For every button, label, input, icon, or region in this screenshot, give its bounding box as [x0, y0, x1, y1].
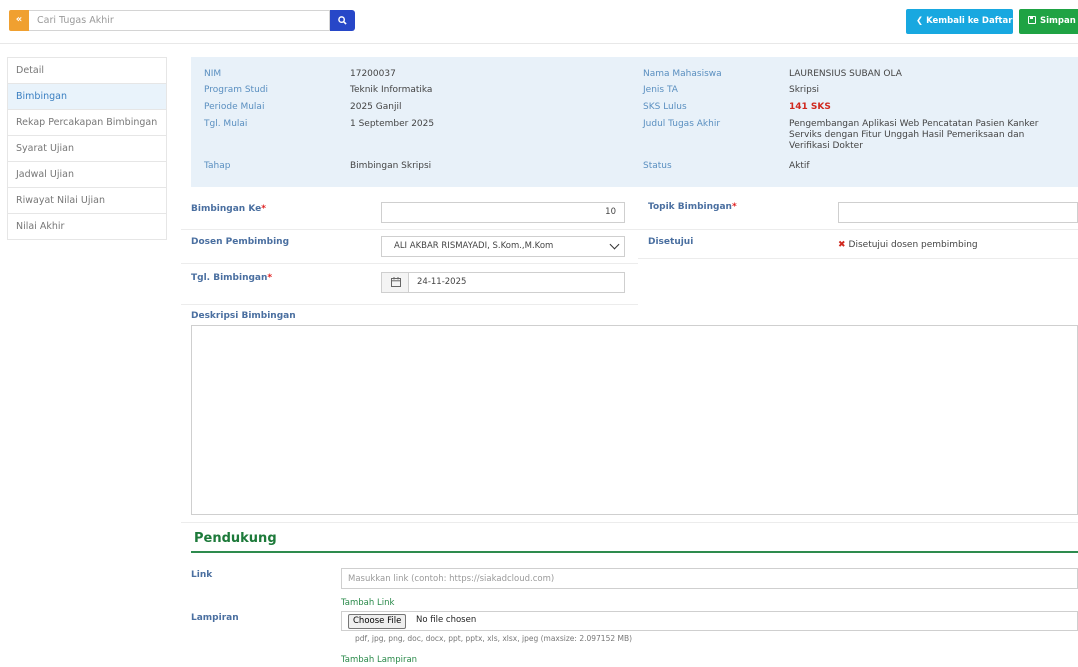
sidebar-item-nilai-akhir[interactable]: Nilai Akhir — [8, 214, 166, 240]
save-button[interactable]: Simpan — [1019, 9, 1078, 34]
nim-value: 17200037 — [350, 69, 396, 79]
file-type-hint: pdf, jpg, png, doc, docx, ppt, pptx, xls… — [355, 634, 633, 643]
nama-label: Nama Mahasiswa — [643, 69, 722, 79]
prodi-value: Teknik Informatika — [350, 85, 433, 95]
add-link-button[interactable]: Tambah Link — [341, 598, 394, 608]
sidebar-item-riwayat-nilai[interactable]: Riwayat Nilai Ujian — [8, 188, 166, 214]
tahap-value: Bimbingan Skripsi — [350, 161, 432, 171]
search-button[interactable] — [330, 10, 355, 31]
tgl-bimbingan-value: 24-11-2025 — [417, 277, 467, 287]
jenis-value: Skripsi — [789, 85, 820, 95]
sidebar: Detail Bimbingan Rekap Percakapan Bimbin… — [7, 57, 167, 240]
file-status: No file chosen — [416, 615, 477, 625]
search-input[interactable] — [29, 10, 330, 31]
tahap-label: Tahap — [204, 161, 231, 171]
status-label: Status — [643, 161, 672, 171]
top-bar: « ❮ Kembali ke Daftar Simpan — [0, 0, 1078, 44]
link-label: Link — [191, 570, 213, 580]
disetujui-label: Disetujui — [648, 237, 694, 247]
row-divider — [181, 229, 638, 230]
choose-file-button[interactable]: Choose File — [348, 614, 407, 629]
calendar-icon — [391, 277, 401, 287]
tgl-bimbingan-input[interactable]: 24-11-2025 — [381, 272, 625, 293]
bimbingan-ke-label: Bimbingan Ke* — [191, 204, 266, 214]
back-to-list-button[interactable]: ❮ Kembali ke Daftar — [906, 9, 1013, 34]
nim-label: NIM — [204, 69, 222, 79]
close-icon: ✖ — [838, 240, 846, 250]
search-icon — [338, 16, 347, 25]
tgl-bimbingan-label: Tgl. Bimbingan* — [191, 273, 273, 283]
sidebar-item-jadwal-ujian[interactable]: Jadwal Ujian — [8, 162, 166, 188]
status-value: Aktif — [789, 161, 810, 171]
chevron-down-icon — [609, 239, 620, 250]
add-attachment-button[interactable]: Tambah Lampiran — [341, 655, 417, 665]
back-button-label: Kembali ke Daftar — [926, 16, 1013, 26]
periode-value: 2025 Ganjil — [350, 102, 402, 112]
section-divider — [181, 522, 1078, 523]
sidebar-item-syarat-ujian[interactable]: Syarat Ujian — [8, 136, 166, 162]
periode-label: Periode Mulai — [204, 102, 265, 112]
topik-input[interactable] — [838, 202, 1078, 223]
dosen-selected-value: ALI AKBAR RISMAYADI, S.Kom.,M.Kom — [394, 241, 554, 251]
prodi-label: Program Studi — [204, 85, 268, 95]
row-divider — [181, 304, 638, 305]
nama-value: LAURENSIUS SUBAN OLA — [789, 69, 902, 79]
bimbingan-ke-input[interactable]: 10 — [381, 202, 625, 223]
judul-value: Pengembangan Aplikasi Web Pencatatan Pas… — [789, 119, 1039, 151]
pendukung-underline — [191, 551, 1078, 553]
sks-value: 141 SKS — [789, 102, 831, 112]
sks-label: SKS Lulus — [643, 102, 687, 112]
sidebar-item-rekap-percakapan[interactable]: Rekap Percakapan Bimbingan — [8, 110, 166, 136]
save-button-label: Simpan — [1040, 16, 1076, 26]
row-divider — [181, 263, 638, 264]
lampiran-label: Lampiran — [191, 613, 239, 623]
collapse-sidebar-button[interactable]: « — [9, 10, 29, 31]
approval-status: ✖ Disetujui dosen pembimbing — [838, 240, 978, 250]
dosen-label: Dosen Pembimbing — [191, 237, 290, 247]
pendukung-title: Pendukung — [194, 531, 277, 546]
judul-label: Judul Tugas Akhir — [643, 119, 721, 129]
jenis-label: Jenis TA — [643, 85, 678, 95]
sidebar-item-detail[interactable]: Detail — [8, 58, 166, 84]
floppy-disk-icon — [1028, 16, 1036, 24]
date-addon — [382, 273, 409, 292]
deskripsi-textarea[interactable] — [191, 325, 1078, 515]
topik-label: Topik Bimbingan* — [648, 202, 737, 212]
sidebar-item-bimbingan[interactable]: Bimbingan — [8, 84, 166, 110]
dosen-select[interactable]: ALI AKBAR RISMAYADI, S.Kom.,M.Kom — [381, 236, 625, 257]
file-upload-input[interactable]: Choose File No file chosen — [341, 611, 1078, 631]
row-divider — [638, 229, 1078, 230]
chevron-left-icon: ❮ — [916, 16, 927, 26]
deskripsi-label: Deskripsi Bimbingan — [191, 311, 296, 321]
tgl-mulai-label: Tgl. Mulai — [204, 119, 248, 129]
chevron-left-double-icon: « — [15, 14, 23, 25]
tgl-mulai-value: 1 September 2025 — [350, 119, 435, 129]
link-input[interactable] — [341, 568, 1078, 589]
row-divider — [638, 258, 1078, 259]
student-info-panel: NIM 17200037 Program Studi Teknik Inform… — [191, 57, 1078, 187]
